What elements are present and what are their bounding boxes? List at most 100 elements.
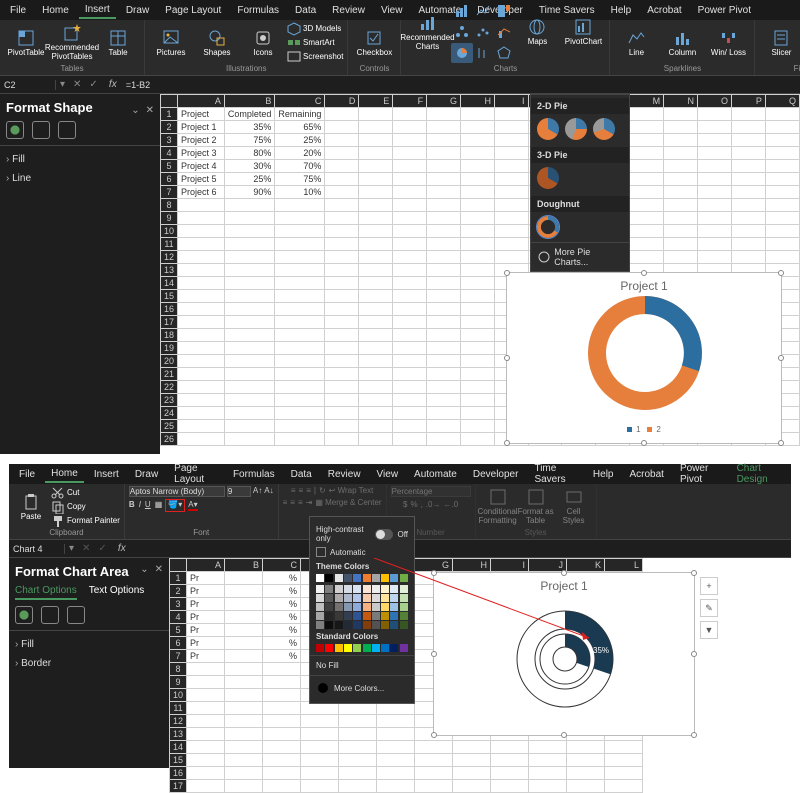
- fill-line-tab-icon[interactable]: [15, 606, 33, 624]
- tab-data[interactable]: Data: [285, 467, 318, 482]
- bold-button[interactable]: B: [129, 500, 135, 511]
- chart-elements-icon[interactable]: +: [700, 577, 718, 595]
- cancel-icon[interactable]: ✕: [69, 79, 85, 90]
- chart-scatter-button[interactable]: [472, 22, 494, 42]
- chart-title[interactable]: Project 1: [507, 273, 781, 293]
- paste-button[interactable]: Paste: [13, 487, 49, 527]
- font-color-button[interactable]: A▾: [188, 500, 197, 511]
- color-swatch[interactable]: [325, 612, 333, 620]
- tab-acrobat[interactable]: Acrobat: [623, 467, 669, 482]
- border-section[interactable]: Border: [15, 654, 163, 673]
- tab-insert[interactable]: Insert: [79, 2, 116, 19]
- table-row[interactable]: 16: [170, 767, 643, 780]
- color-swatch[interactable]: [400, 585, 408, 593]
- worksheet-2[interactable]: ABCDEFGHIJKL 1Pr%2Pr%3Pr%4Pr%5Pr%6Pr%7Pr…: [169, 558, 791, 768]
- color-swatch[interactable]: [325, 594, 333, 602]
- color-swatch[interactable]: [363, 612, 371, 620]
- color-swatch[interactable]: [372, 612, 380, 620]
- align-top-icon[interactable]: ≡: [291, 486, 296, 495]
- orientation-icon[interactable]: ↻: [319, 486, 326, 495]
- align-middle-icon[interactable]: ≡: [299, 486, 304, 495]
- decrease-decimal-icon[interactable]: ←.0: [443, 500, 458, 509]
- recommended-pivottables-button[interactable]: Recommended PivotTables: [50, 23, 94, 63]
- worksheet[interactable]: ABCDEFGHIJKLMNOPQ 1ProjectCompletedRemai…: [160, 94, 800, 454]
- percent-icon[interactable]: %: [410, 500, 417, 509]
- color-swatch[interactable]: [325, 585, 333, 593]
- tab-review[interactable]: Review: [326, 3, 371, 18]
- color-swatch[interactable]: [344, 594, 352, 602]
- more-pie-charts[interactable]: More Pie Charts...: [531, 242, 629, 271]
- tab-home[interactable]: Home: [45, 466, 84, 483]
- tab-view[interactable]: View: [371, 467, 405, 482]
- size-tab-icon[interactable]: [67, 606, 85, 624]
- more-colors-option[interactable]: More Colors...: [316, 679, 408, 697]
- color-swatch[interactable]: [381, 585, 389, 593]
- comma-icon[interactable]: ,: [421, 500, 423, 509]
- size-tab-icon[interactable]: [58, 121, 76, 139]
- align-center-icon[interactable]: ≡: [290, 498, 295, 507]
- name-box-2[interactable]: Chart 4: [9, 544, 65, 554]
- effects-tab-icon[interactable]: [41, 606, 59, 624]
- font-name-input[interactable]: [129, 486, 225, 497]
- tab-file[interactable]: File: [4, 3, 32, 18]
- table-row[interactable]: 4Project 380%20%: [161, 147, 800, 160]
- chart-radar-button[interactable]: [493, 43, 515, 63]
- tab-page-layout[interactable]: Page Layout: [159, 3, 227, 18]
- color-swatch[interactable]: [325, 574, 333, 582]
- increase-font-icon[interactable]: A↑: [253, 486, 262, 497]
- color-swatch[interactable]: [335, 585, 343, 593]
- color-swatch[interactable]: [400, 621, 408, 629]
- border-button[interactable]: ▦: [155, 500, 163, 511]
- color-swatch[interactable]: [363, 585, 371, 593]
- table-row[interactable]: 11: [161, 238, 800, 251]
- color-swatch[interactable]: [390, 644, 398, 652]
- chart-treemap-button[interactable]: [493, 1, 515, 21]
- color-swatch[interactable]: [335, 612, 343, 620]
- color-swatch[interactable]: [344, 644, 352, 652]
- table-row[interactable]: 7Project 690%10%: [161, 186, 800, 199]
- doughnut-option[interactable]: [537, 216, 559, 238]
- pie-2d-option[interactable]: [537, 118, 559, 140]
- fill-section-2[interactable]: Fill: [15, 635, 163, 654]
- tab-draw[interactable]: Draw: [120, 3, 155, 18]
- tab-file[interactable]: File: [13, 467, 41, 482]
- name-box[interactable]: C2: [0, 80, 56, 90]
- color-swatch[interactable]: [316, 594, 324, 602]
- tab-automate[interactable]: Automate: [408, 467, 463, 482]
- namebox-dropdown-icon[interactable]: ▾: [65, 543, 78, 554]
- color-swatch[interactable]: [363, 644, 371, 652]
- color-swatch[interactable]: [390, 574, 398, 582]
- conditional-formatting-button[interactable]: Conditional Formatting: [480, 487, 516, 527]
- currency-icon[interactable]: $: [403, 500, 407, 509]
- chevron-down-icon[interactable]: ⌄: [140, 564, 148, 585]
- table-row[interactable]: 10: [161, 225, 800, 238]
- 3d-models-button[interactable]: 3D Models: [287, 22, 343, 35]
- table-row[interactable]: 6Project 525%75%: [161, 173, 800, 186]
- color-swatch[interactable]: [372, 594, 380, 602]
- screenshot-button[interactable]: Screenshot: [287, 50, 343, 63]
- font-size-input[interactable]: [227, 486, 251, 497]
- format-as-table-button[interactable]: Format as Table: [518, 487, 554, 527]
- pie-exploded-option[interactable]: [565, 118, 587, 140]
- copy-button[interactable]: Copy: [51, 500, 120, 513]
- chart-column-button[interactable]: [451, 1, 473, 21]
- table-row[interactable]: 5Project 430%70%: [161, 160, 800, 173]
- color-swatch[interactable]: [363, 574, 371, 582]
- table-row[interactable]: 3Project 275%25%: [161, 134, 800, 147]
- tab-home[interactable]: Home: [36, 3, 75, 18]
- chart-filters-icon[interactable]: ▼: [700, 621, 718, 639]
- table-button[interactable]: Table: [96, 23, 140, 63]
- chart-stock-button[interactable]: [472, 43, 494, 63]
- tab-help[interactable]: Help: [605, 3, 638, 18]
- table-row[interactable]: 2Project 135%65%: [161, 121, 800, 134]
- color-swatch[interactable]: [381, 612, 389, 620]
- color-swatch[interactable]: [353, 585, 361, 593]
- pie-bar-option[interactable]: [593, 118, 615, 140]
- color-swatch[interactable]: [335, 644, 343, 652]
- color-swatch[interactable]: [316, 612, 324, 620]
- color-swatch[interactable]: [381, 594, 389, 602]
- fx-icon[interactable]: fx: [102, 79, 124, 90]
- color-swatch[interactable]: [316, 603, 324, 611]
- automatic-color[interactable]: Automatic: [316, 545, 408, 559]
- color-swatch[interactable]: [381, 603, 389, 611]
